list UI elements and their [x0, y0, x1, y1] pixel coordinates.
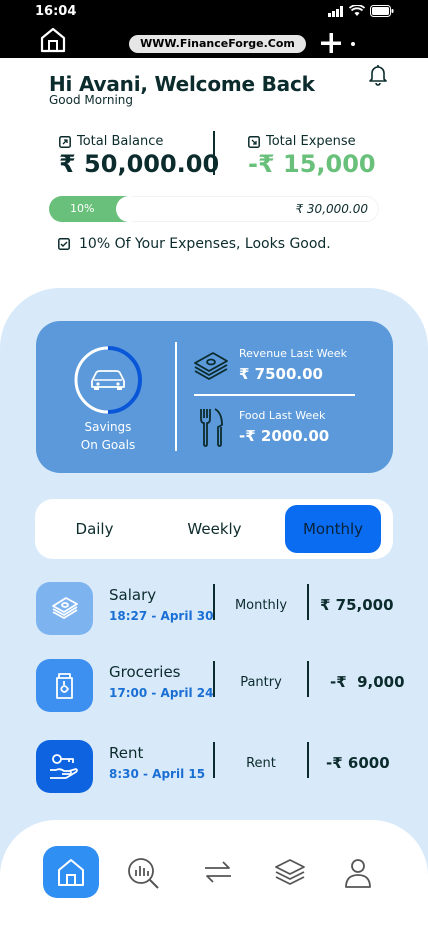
analysis-icon[interactable] — [114, 846, 170, 898]
transaction-category: Rent — [246, 756, 276, 771]
card-divider-vertical — [175, 342, 177, 451]
transaction-row[interactable]: Rent 8:30 - April 15 Rent -₹ 6000 — [36, 740, 416, 796]
browser-bar: WWW.FinanceForge.Com — [0, 22, 428, 58]
menu-dot-icon[interactable] — [351, 42, 355, 46]
money-stack-icon — [36, 582, 93, 635]
transaction-title: Salary — [109, 586, 157, 604]
total-balance-label-text: Total Balance — [77, 134, 164, 149]
card-divider-horizontal — [194, 394, 355, 396]
signal-icon — [328, 5, 343, 17]
transaction-amount: -₹ 6000 — [326, 754, 390, 772]
home-icon[interactable] — [43, 846, 99, 898]
grocery-bag-icon — [36, 659, 93, 712]
total-balance-label: Total Balance — [59, 134, 163, 149]
transaction-amount: ₹ 75,000 — [320, 596, 394, 614]
browser-home-icon[interactable] — [38, 26, 68, 54]
total-balance-value: ₹ 50,000.00 — [59, 150, 220, 178]
summary-card: Savings On Goals Revenue Last Week ₹ 750… — [36, 321, 393, 473]
transaction-divider — [307, 742, 309, 778]
food-value: -₹ 2000.00 — [239, 427, 330, 445]
status-icons — [328, 5, 394, 17]
arrow-up-right-icon — [59, 135, 71, 148]
transaction-time: 18:27 - April 30 — [109, 609, 214, 623]
tab-daily[interactable]: Daily — [43, 505, 146, 553]
transaction-divider — [307, 661, 309, 697]
transaction-category: Pantry — [240, 675, 282, 690]
savings-label-line2: On Goals — [80, 438, 136, 452]
revenue-label: Revenue Last Week — [239, 347, 347, 360]
progress-knob — [116, 196, 142, 222]
bottom-nav — [0, 820, 428, 925]
battery-icon — [370, 5, 394, 17]
transaction-row[interactable]: Salary 18:27 - April 30 Monthly ₹ 75,000 — [36, 582, 416, 638]
transaction-time: 8:30 - April 15 — [109, 767, 206, 781]
key-hand-icon — [36, 740, 93, 793]
budget-message-text: 10% Of Your Expenses, Looks Good. — [79, 236, 331, 252]
money-stack-icon — [194, 352, 228, 380]
transaction-divider — [213, 584, 215, 620]
transactions-icon[interactable] — [189, 846, 245, 898]
savings-label-line1: Savings — [84, 420, 132, 434]
status-time: 16:04 — [35, 4, 77, 19]
transaction-row[interactable]: Groceries 17:00 - April 24 Pantry -₹ 9,0… — [36, 659, 416, 715]
transaction-title: Groceries — [109, 663, 181, 681]
transaction-time: 17:00 - April 24 — [109, 686, 214, 700]
wifi-icon — [349, 5, 365, 16]
food-label: Food Last Week — [239, 409, 326, 422]
savings-label: Savings On Goals — [64, 418, 152, 454]
profile-icon[interactable] — [331, 846, 387, 898]
budget-limit-value: ₹ 30,000.00 — [295, 202, 368, 216]
period-tabs: Daily Weekly Monthly — [35, 499, 393, 559]
transaction-divider — [213, 742, 215, 778]
checkbox-icon — [58, 238, 70, 250]
transaction-amount: -₹ 9,000 — [330, 673, 405, 691]
budget-message: 10% Of Your Expenses, Looks Good. — [58, 236, 331, 252]
bell-icon[interactable] — [368, 64, 388, 86]
revenue-value: ₹ 7500.00 — [239, 365, 323, 383]
url-bar[interactable]: WWW.FinanceForge.Com — [129, 35, 306, 53]
status-bar: 16:04 — [0, 0, 428, 22]
balance-divider — [213, 131, 215, 175]
categories-icon[interactable] — [262, 846, 318, 898]
transaction-divider — [213, 661, 215, 697]
new-tab-icon[interactable] — [319, 31, 343, 55]
transaction-category: Monthly — [234, 598, 288, 613]
total-expense-label: Total Expense — [248, 134, 356, 149]
car-icon — [91, 370, 125, 390]
transaction-title: Rent — [109, 744, 144, 762]
transaction-divider — [307, 584, 309, 620]
tab-weekly[interactable]: Weekly — [163, 505, 266, 553]
total-expense-label-text: Total Expense — [266, 134, 356, 149]
fork-knife-icon — [200, 408, 223, 447]
tab-monthly[interactable]: Monthly — [285, 505, 381, 553]
arrow-down-right-icon — [248, 135, 260, 148]
total-expense-value: -₹ 15,000 — [248, 150, 376, 178]
greeting-subtitle: Good Morning — [49, 93, 133, 107]
